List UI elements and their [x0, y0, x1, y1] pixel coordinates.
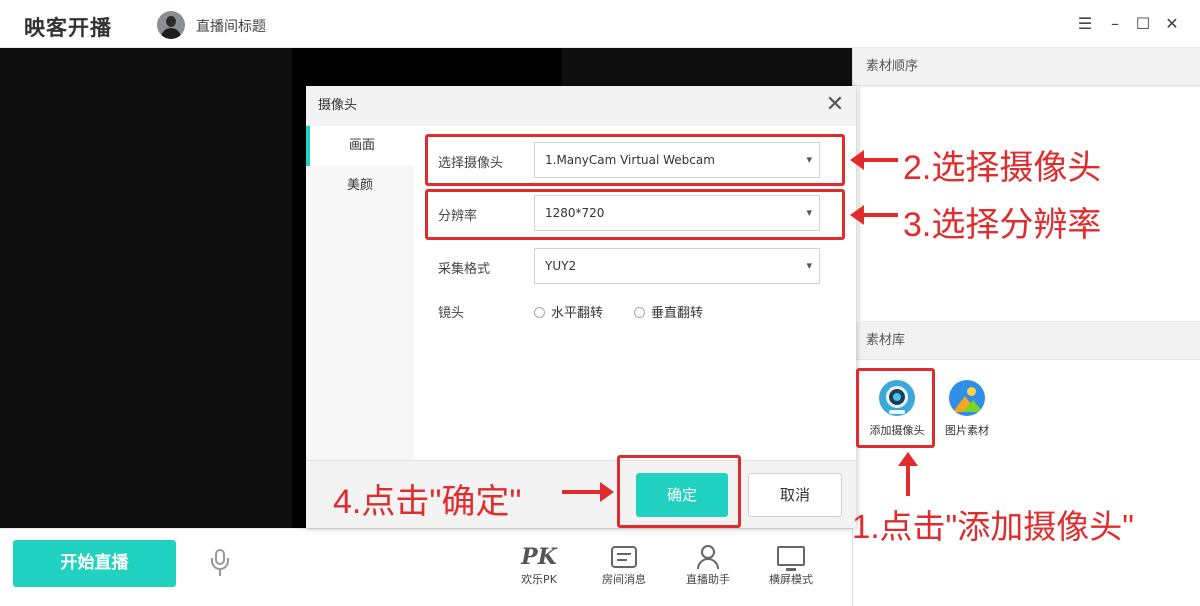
format-select[interactable]: YUY2 ▾: [534, 248, 820, 284]
close-icon[interactable]: ✕: [1162, 14, 1182, 34]
microphone-icon[interactable]: [209, 549, 231, 579]
menu-icon[interactable]: ☰: [1075, 14, 1095, 34]
assistant-icon: [695, 544, 721, 570]
tab-beauty[interactable]: 美颜: [306, 166, 414, 206]
vertical-flip-radio[interactable]: 垂直翻转: [634, 302, 703, 321]
radio-icon: [534, 307, 545, 318]
tab-picture[interactable]: 画面: [306, 126, 414, 166]
cancel-button[interactable]: 取消: [748, 473, 842, 517]
highlight-resolution-select: [425, 189, 845, 240]
material-library-header: 素材库: [853, 322, 1200, 360]
highlight-camera-select: [425, 134, 845, 186]
arrow-step4: [562, 482, 614, 502]
image-material-label: 图片素材: [945, 424, 989, 437]
avatar[interactable]: [157, 11, 185, 39]
dialog-sidebar: 画面 美颜: [306, 126, 414, 460]
format-label: 采集格式: [438, 262, 491, 277]
landscape-icon: [777, 546, 805, 571]
highlight-add-camera: [856, 368, 935, 448]
live-assistant-label: 直播助手: [686, 573, 730, 586]
mirror-label: 镜头: [438, 306, 465, 321]
horizontal-flip-radio[interactable]: 水平翻转: [534, 302, 603, 321]
material-order-header: 素材顺序: [853, 48, 1200, 86]
radio-icon: [634, 307, 645, 318]
pk-icon: PK: [521, 544, 557, 570]
chevron-down-icon: ▾: [806, 259, 812, 272]
live-assistant-button[interactable]: 直播助手: [677, 543, 739, 587]
arrow-step2: [850, 150, 898, 170]
arrow-step1: [898, 452, 918, 496]
landscape-mode-button[interactable]: 横屏模式: [760, 543, 822, 587]
dialog-title: 摄像头: [306, 86, 856, 126]
title-bar: 映客开播 直播间标题 ☰ – ☐ ✕: [0, 0, 1200, 48]
horizontal-flip-label: 水平翻转: [551, 306, 604, 321]
image-icon: [949, 380, 985, 416]
annotation-step2: 2.选择摄像头: [903, 149, 1102, 187]
format-select-value: YUY2: [545, 259, 577, 273]
maximize-icon[interactable]: ☐: [1133, 14, 1153, 34]
highlight-confirm-button: [617, 455, 741, 528]
landscape-mode-label: 横屏模式: [769, 573, 813, 586]
minimize-icon[interactable]: –: [1105, 14, 1125, 34]
pk-label: 欢乐PK: [521, 573, 557, 586]
annotation-step3: 3.选择分辨率: [903, 206, 1102, 244]
bottom-toolbar: 开始直播 PK 欢乐PK 房间消息 直播助手 横屏模式: [0, 528, 852, 606]
message-icon: [611, 546, 637, 568]
app-title: 映客开播: [24, 16, 112, 40]
image-material-item[interactable]: 图片素材: [927, 380, 1007, 438]
arrow-step3: [850, 205, 898, 225]
room-message-label: 房间消息: [602, 573, 646, 586]
room-message-button[interactable]: 房间消息: [593, 543, 655, 587]
annotation-step1: 1.点击"添加摄像头": [852, 508, 1134, 545]
start-live-button[interactable]: 开始直播: [13, 540, 176, 587]
vertical-flip-label: 垂直翻转: [651, 306, 704, 321]
annotation-step4: 4.点击"确定": [333, 483, 522, 521]
stream-title[interactable]: 直播间标题: [196, 16, 266, 36]
dialog-close-icon[interactable]: ✕: [824, 94, 846, 116]
pk-button[interactable]: PK 欢乐PK: [508, 543, 570, 587]
